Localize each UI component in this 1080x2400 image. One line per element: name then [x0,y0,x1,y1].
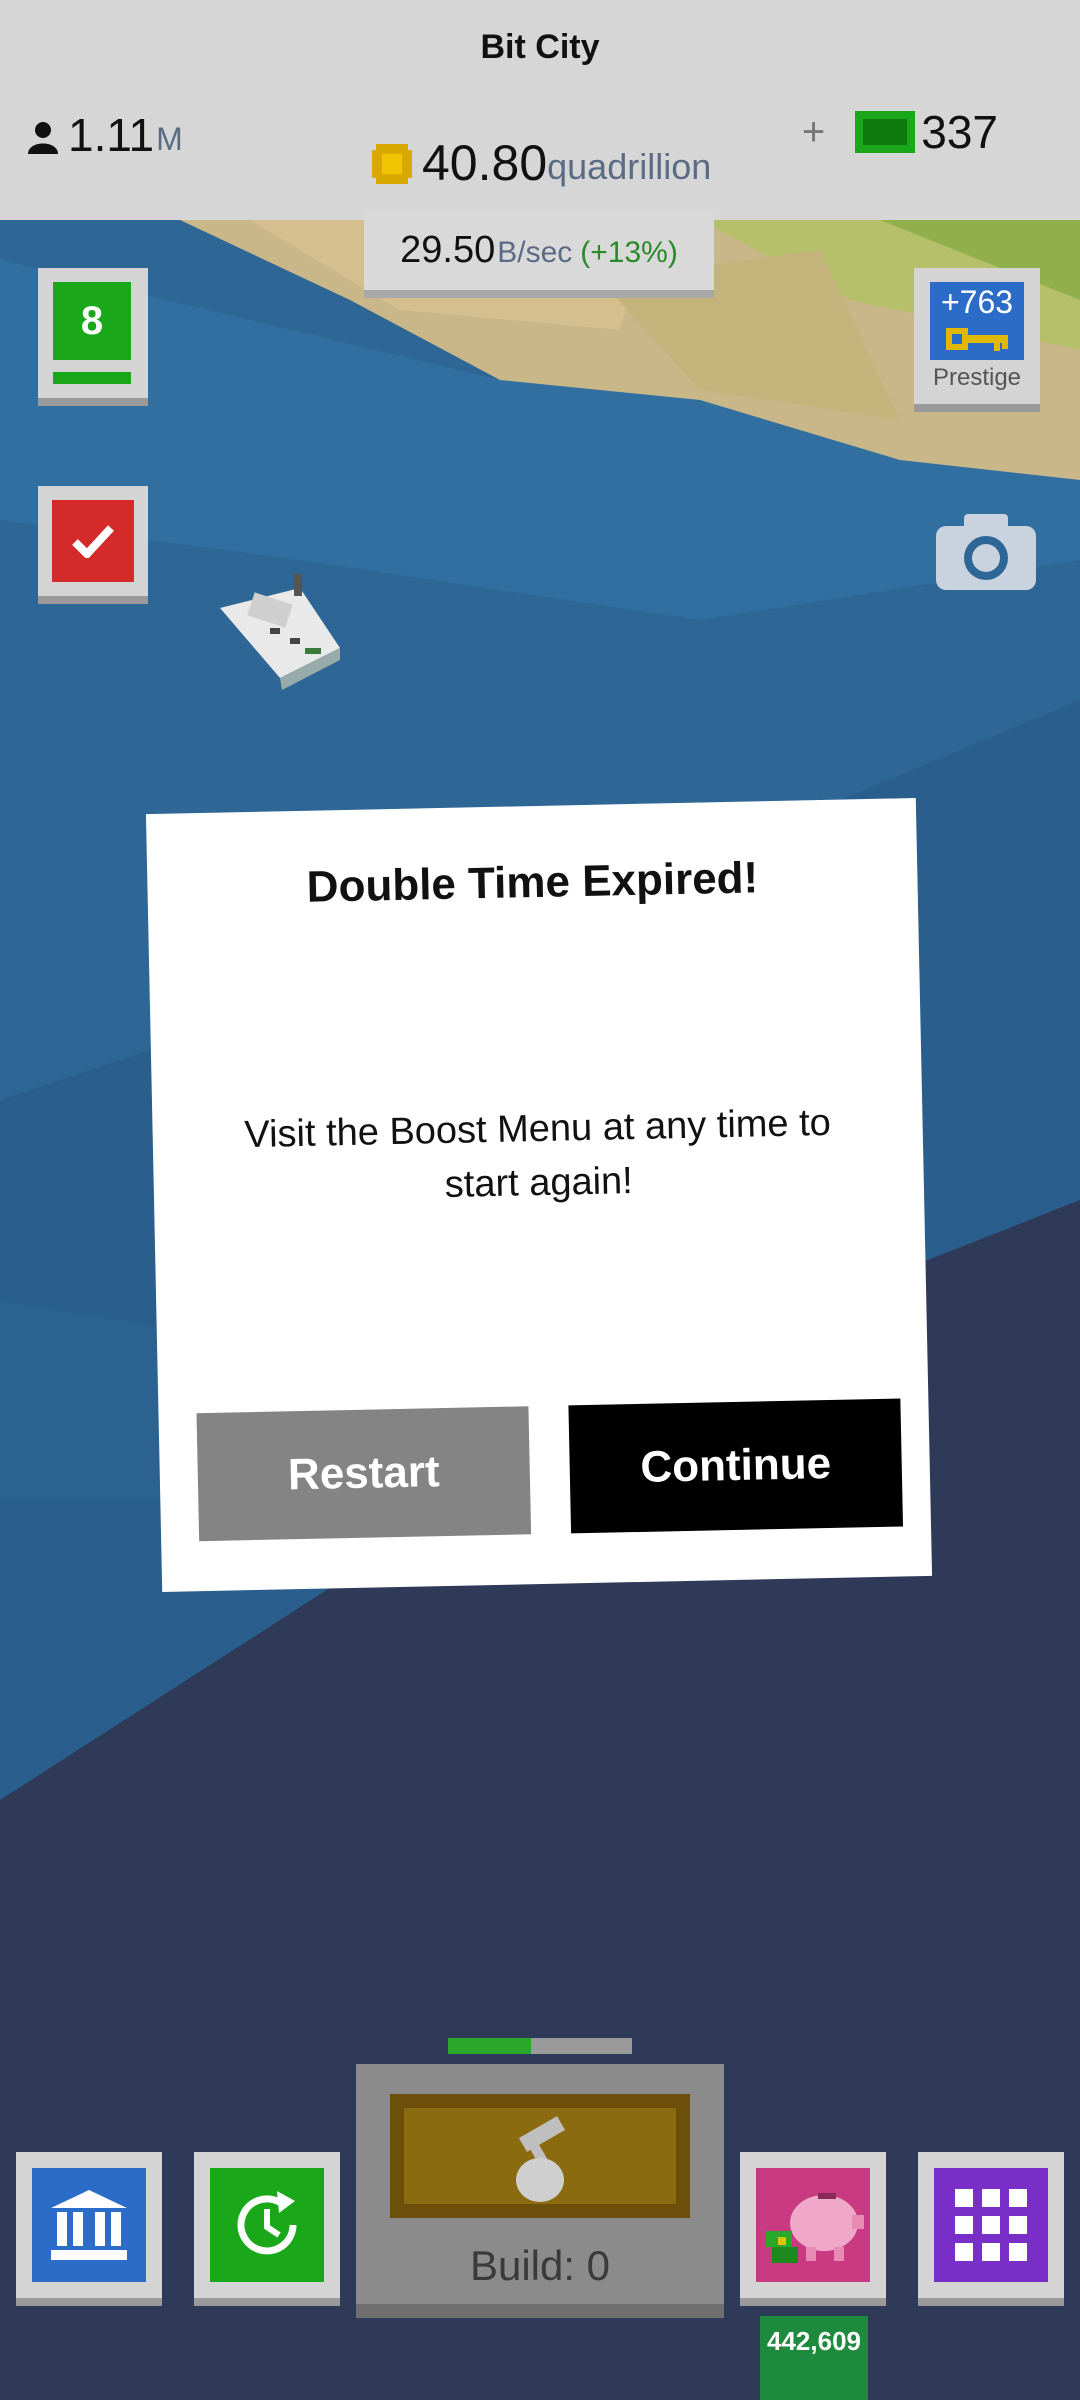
piggy-bank-button[interactable] [740,2152,886,2306]
grid-icon [934,2168,1048,2282]
build-label: Build: 0 [469,2242,611,2289]
piggy-bank-count: 442,609 [760,2316,868,2400]
hammer-icon [390,2094,690,2218]
build-progress-bar [448,2038,632,2054]
time-boost-button[interactable] [194,2152,340,2306]
dialog-message: Visit the Boost Menu at any time to star… [243,1101,832,1206]
double-time-expired-dialog: Double Time Expired! Visit the Boost Men… [145,798,933,1592]
build-button[interactable]: Build: 0 [356,2064,724,2318]
dialog-title: Double Time Expired! [306,853,759,912]
piggy-bank-icon [756,2168,870,2282]
build-progress-fill [448,2038,531,2054]
menu-grid-button[interactable] [918,2152,1064,2306]
bank-button[interactable] [16,2152,162,2306]
continue-button[interactable]: Continue [568,1398,904,1534]
time-boost-icon [210,2168,324,2282]
restart-button[interactable]: Restart [196,1406,532,1542]
bank-icon [32,2168,146,2282]
